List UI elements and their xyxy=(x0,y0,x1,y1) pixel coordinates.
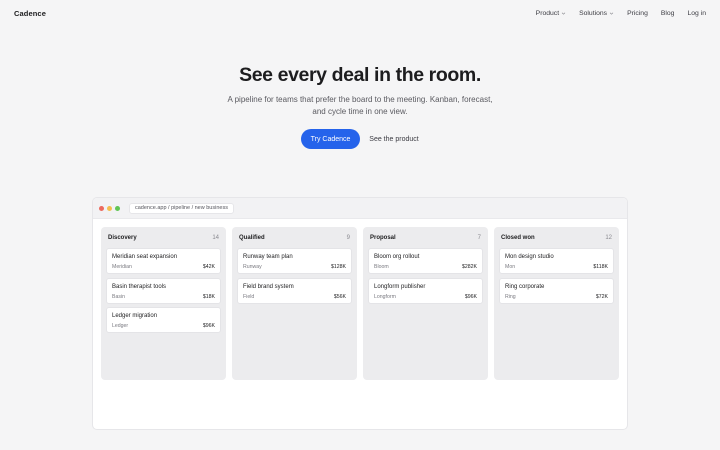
deal-title: Field brand system xyxy=(243,283,294,290)
deal-value: $72K xyxy=(595,293,608,300)
deal-title: Meridian seat expansion xyxy=(112,254,178,260)
hero-subtitle: A pipeline for teams that prefer the boa… xyxy=(210,94,510,118)
column-header: Discovery 14 xyxy=(106,233,221,243)
column-count: 12 xyxy=(605,235,612,241)
deal-card[interactable]: Longform publisher Longform $96K xyxy=(368,277,483,304)
column-header: Qualified 9 xyxy=(237,233,352,243)
deal-value: $282K xyxy=(461,264,477,270)
deal-meta: Meridian $42K xyxy=(112,264,215,271)
column-count: 7 xyxy=(477,235,481,241)
product-preview-window: cadence.app / pipeline / new business Di… xyxy=(92,197,628,430)
deal-title: Mon design studio xyxy=(505,254,554,260)
nav-item-label: Log in xyxy=(687,9,706,17)
brand-logo[interactable]: Cadence xyxy=(14,9,46,18)
deal-org: Longform xyxy=(374,293,396,300)
close-dot-icon xyxy=(99,205,104,211)
hero-subtitle-line: and cycle time in one view. xyxy=(312,107,408,116)
nav-item-pricing[interactable]: Pricing xyxy=(627,10,648,17)
column-header: Closed won 12 xyxy=(499,233,614,243)
column-qualified: Qualified 9 Runway team plan Runway $128… xyxy=(232,227,357,380)
deal-card[interactable]: Field brand system Field $56K xyxy=(237,277,352,304)
deal-card[interactable]: Bloom org rollout Bloom $282K xyxy=(368,248,483,274)
hero-subtitle-line: A pipeline for teams that prefer the boa… xyxy=(227,95,493,104)
deal-value: $128K xyxy=(330,264,346,270)
deal-value: $96K xyxy=(464,293,477,300)
column-title: Proposal xyxy=(370,235,396,241)
deal-org: Ledger xyxy=(112,323,129,329)
deal-title: Ring corporate xyxy=(505,283,545,290)
column-title: Qualified xyxy=(239,235,265,241)
deal-org: Bloom xyxy=(374,264,389,270)
nav-links: Product Solutions Pricing Blog Log in xyxy=(523,10,706,17)
try-cadence-button[interactable]: Try Cadence xyxy=(301,129,360,149)
deal-org: Basin xyxy=(112,293,125,300)
deal-title: Basin therapist tools xyxy=(112,283,167,290)
hero-title: See every deal in the room. xyxy=(239,64,481,86)
deal-card[interactable]: Ledger migration Ledger $96K xyxy=(106,307,221,333)
deal-title: Bloom org rollout xyxy=(374,254,420,260)
deal-card[interactable]: Ring corporate Ring $72K xyxy=(499,277,614,304)
deal-meta: Ring $72K xyxy=(505,294,608,301)
nav-item-label: Product xyxy=(535,9,560,17)
minimize-dot-icon xyxy=(107,205,112,211)
deal-value: $96K xyxy=(202,323,215,329)
nav-item-label: Blog xyxy=(660,9,675,17)
deal-card[interactable]: Runway team plan Runway $128K xyxy=(237,248,352,274)
nav-item-login[interactable]: Log in xyxy=(687,10,706,17)
nav-item-label: Solutions xyxy=(579,9,608,17)
column-title: Closed won xyxy=(501,235,535,241)
deal-title: Runway team plan xyxy=(243,254,293,260)
column-count: 14 xyxy=(212,235,219,241)
deal-card[interactable]: Meridian seat expansion Meridian $42K xyxy=(106,248,221,274)
nav-item-solutions[interactable]: Solutions xyxy=(579,10,614,17)
column-closed-won: Closed won 12 Mon design studio Mon $118… xyxy=(494,227,619,380)
chevron-down-icon xyxy=(561,11,566,16)
deal-meta: Runway $128K xyxy=(243,264,346,271)
column-title: Discovery xyxy=(108,235,137,241)
deal-value: $18K xyxy=(202,293,215,300)
column-header: Proposal 7 xyxy=(368,233,483,243)
window-titlebar: cadence.app / pipeline / new business xyxy=(93,198,627,219)
column-discovery: Discovery 14 Meridian seat expansion Mer… xyxy=(101,227,226,380)
deal-meta: Mon $118K xyxy=(505,264,608,271)
deal-value: $56K xyxy=(333,293,346,300)
deal-value: $118K xyxy=(593,264,608,270)
nav-item-label: Pricing xyxy=(627,9,648,17)
chevron-down-icon xyxy=(609,11,614,16)
deal-meta: Basin $18K xyxy=(112,294,215,301)
deal-meta: Field $56K xyxy=(243,294,346,301)
nav-item-product[interactable]: Product xyxy=(536,10,566,17)
deal-org: Runway xyxy=(243,264,262,270)
deal-org: Mon xyxy=(505,264,516,270)
deal-title: Ledger migration xyxy=(112,313,158,319)
column-count: 9 xyxy=(346,235,350,241)
deal-org: Field xyxy=(243,293,255,300)
see-product-link[interactable]: See the product xyxy=(366,129,422,149)
kanban-board: Discovery 14 Meridian seat expansion Mer… xyxy=(101,227,619,380)
column-proposal: Proposal 7 Bloom org rollout Bloom $282K… xyxy=(363,227,488,380)
deal-meta: Longform $96K xyxy=(374,294,477,301)
top-nav: Cadence Product Solutions Pricing Blog L… xyxy=(0,0,720,26)
deal-org: Meridian xyxy=(112,264,132,270)
deal-org: Ring xyxy=(505,293,516,300)
deal-meta: Bloom $282K xyxy=(374,264,477,271)
deal-value: $42K xyxy=(202,264,215,270)
deal-card[interactable]: Mon design studio Mon $118K xyxy=(499,248,614,274)
deal-meta: Ledger $96K xyxy=(112,323,215,330)
nav-item-blog[interactable]: Blog xyxy=(661,10,675,17)
maximize-dot-icon xyxy=(115,205,120,211)
deal-title: Longform publisher xyxy=(374,283,426,290)
deal-card[interactable]: Basin therapist tools Basin $18K xyxy=(106,277,221,304)
address-bar: cadence.app / pipeline / new business xyxy=(129,202,234,214)
